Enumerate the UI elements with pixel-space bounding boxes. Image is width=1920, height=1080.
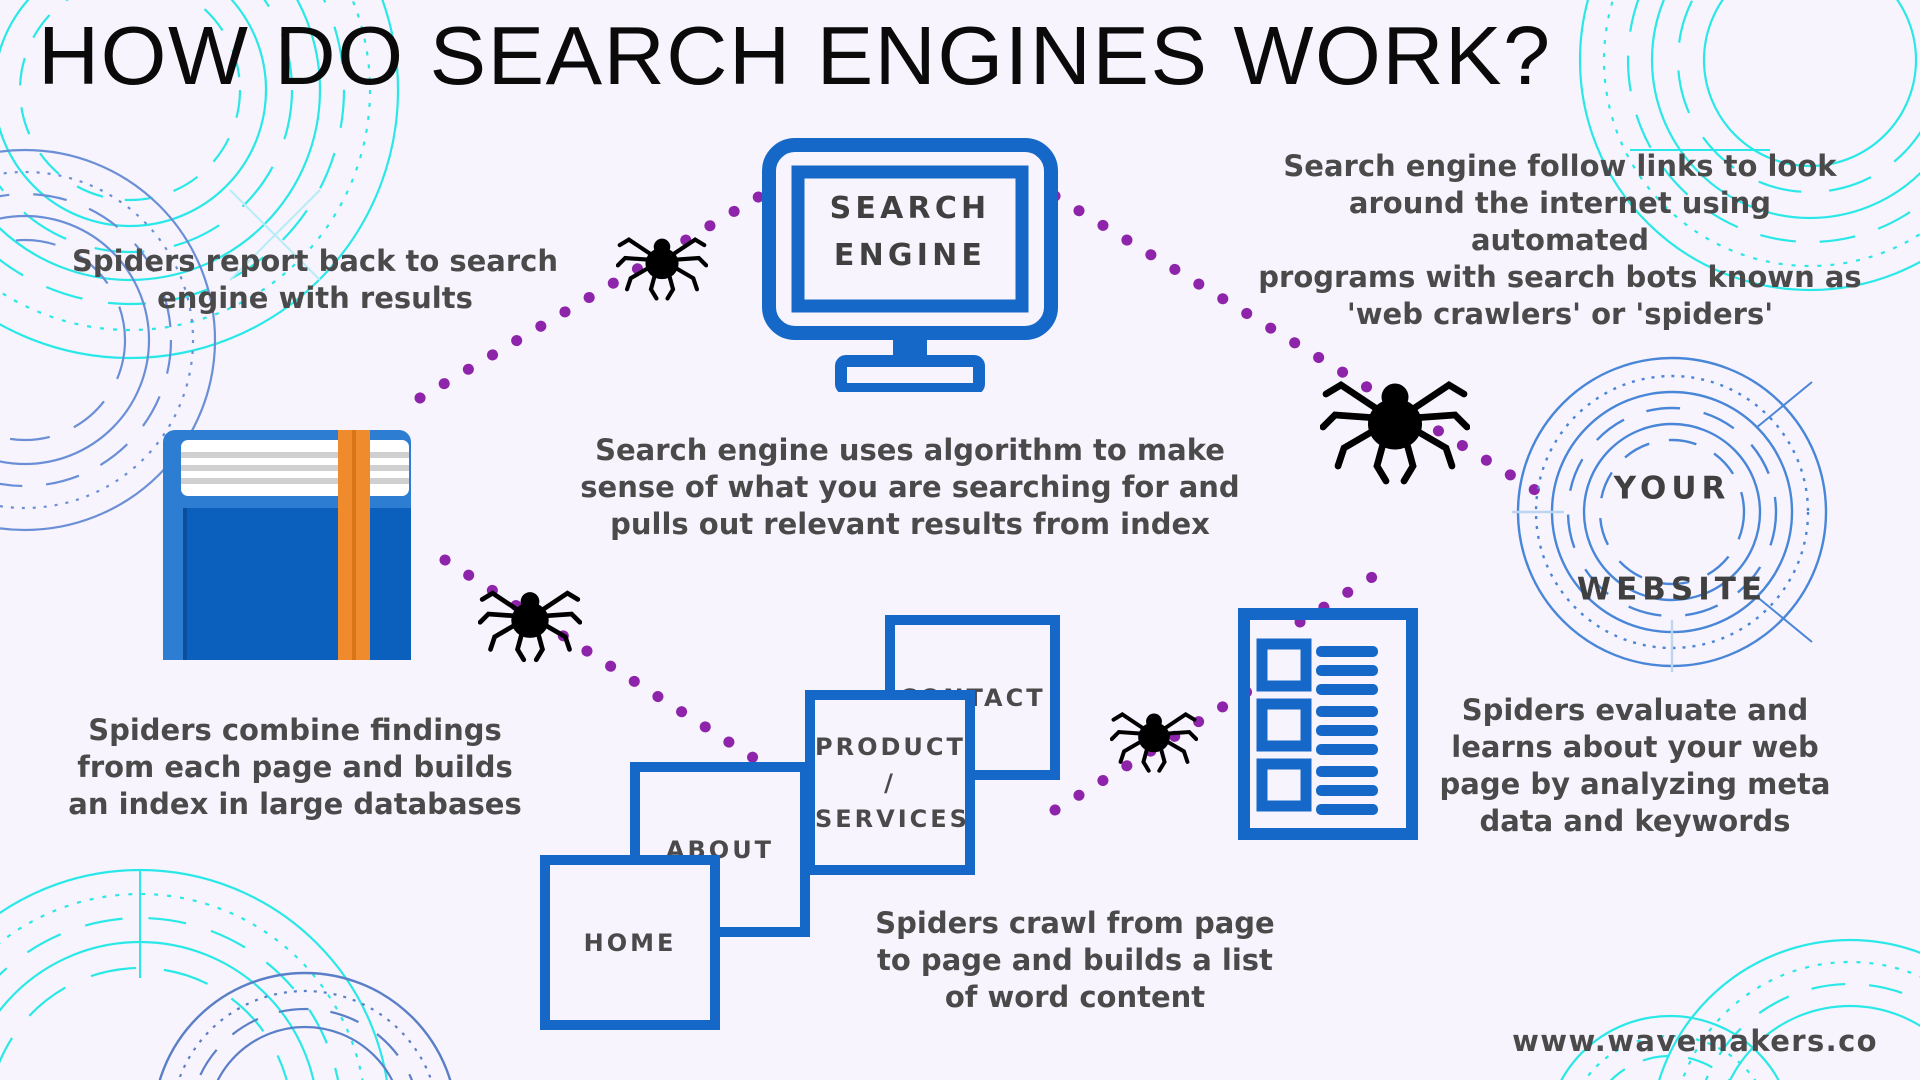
index-book-node (163, 412, 411, 664)
page-box-product-services[interactable]: PRODUCT / SERVICES (805, 690, 975, 875)
website-url: www.wavemakers.co (1512, 1024, 1878, 1058)
page-box-product-services-label: PRODUCT / SERVICES (815, 732, 970, 833)
caption-combine-findings: Spiders combine findings from each page … (68, 713, 522, 822)
your-website-line1: YOUR (1613, 470, 1731, 507)
spider-top-right-icon (1320, 381, 1470, 485)
caption-spiders-report: Spiders report back to search engine wit… (71, 244, 558, 316)
caption-evaluate-meta: Spiders evaluate and learns about your w… (1439, 693, 1831, 839)
meta-document-node (1238, 608, 1418, 844)
spider-bottom-center-icon (1110, 712, 1198, 773)
search-engine-node: SEARCH ENGINE (762, 138, 1058, 396)
search-engine-line2: ENGINE (833, 237, 987, 273)
spider-top-left-icon (616, 237, 708, 301)
page-title: HOW DO SEARCH ENGINES WORK? (38, 9, 1552, 102)
your-website-node: YOUR WEBSITE (1512, 352, 1832, 676)
caption-crawl-pages: Spiders crawl from page to page and buil… (875, 906, 1275, 1015)
infographic-canvas: HOW DO SEARCH ENGINES WORK? Spiders repo… (0, 0, 1920, 1080)
spider-mid-left-icon (478, 590, 582, 663)
search-engine-line1: SEARCH (829, 191, 991, 226)
page-box-home-label: HOME (583, 928, 677, 957)
your-website-line2: WEBSITE (1576, 571, 1768, 608)
caption-algorithm: Search engine uses algorithm to make sen… (580, 433, 1240, 542)
book-icon (163, 430, 411, 660)
your-website-label: YOUR WEBSITE (1512, 414, 1832, 615)
document-checklist-icon (1238, 608, 1418, 840)
search-engine-label: SEARCH ENGINE (762, 186, 1058, 279)
caption-follow-links: Search engine follow links to look aroun… (1258, 149, 1862, 332)
page-box-home[interactable]: HOME (540, 855, 720, 1030)
